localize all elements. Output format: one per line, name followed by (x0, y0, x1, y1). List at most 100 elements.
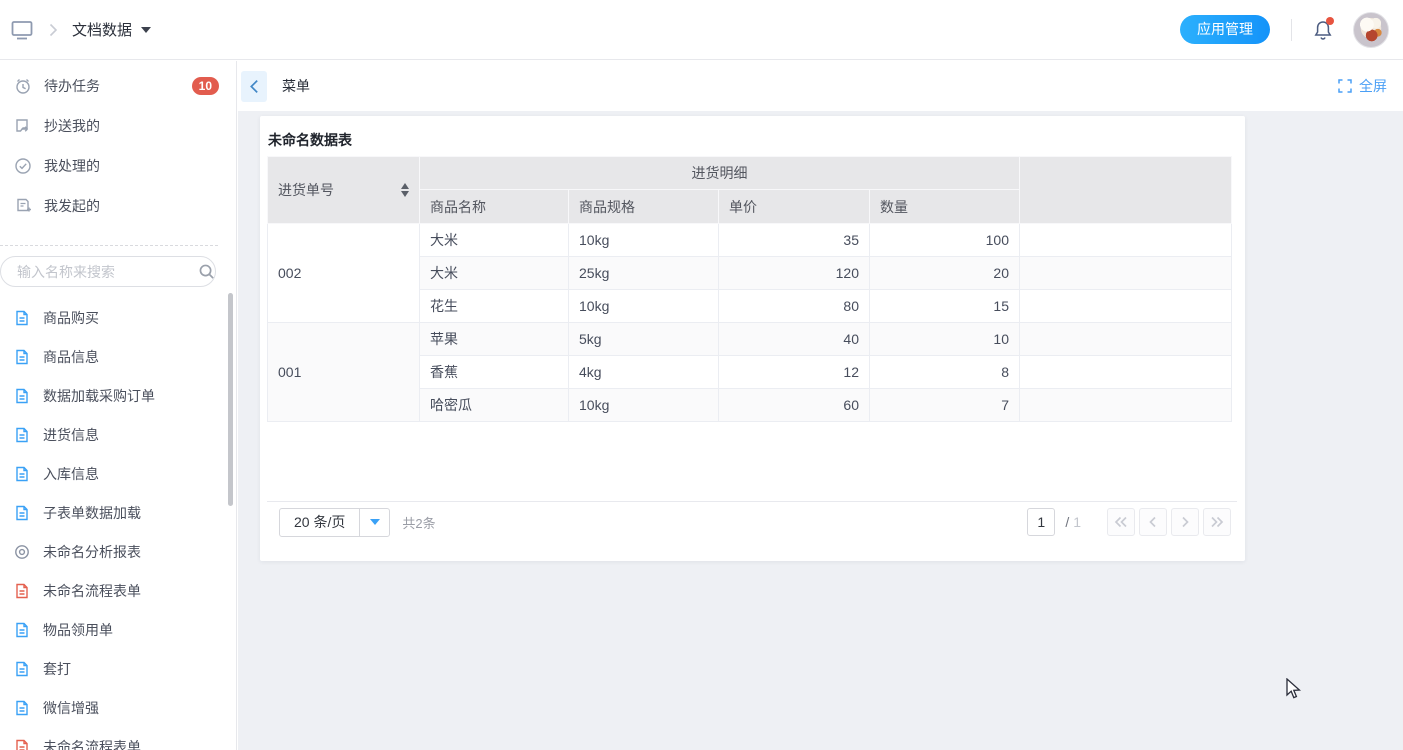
first-page-button[interactable] (1107, 508, 1135, 536)
doc-plus-icon (14, 197, 32, 215)
sidebar-item-cc-to-me[interactable]: 抄送我的 (0, 106, 237, 146)
list-item-label: 数据加载采购订单 (43, 386, 155, 406)
list-item-unnamed-flow-form-1[interactable]: 未命名流程表单 (0, 571, 237, 610)
list-item-print-template[interactable]: 套打 (0, 649, 237, 688)
cell-product-name: 哈密瓜 (420, 389, 569, 422)
list-item-label: 商品信息 (43, 347, 99, 367)
list-item-label: 未命名流程表单 (43, 581, 141, 601)
column-header-label: 进货单号 (278, 180, 334, 200)
list-item-incoming-goods-info[interactable]: 进货信息 (0, 415, 237, 454)
chevron-down-icon (141, 27, 151, 33)
list-item-goods-purchase[interactable]: 商品购买 (0, 298, 237, 337)
search-input[interactable] (17, 264, 198, 280)
cell-quantity: 8 (870, 356, 1020, 389)
sort-icon[interactable] (401, 183, 409, 197)
doc-icon (14, 622, 30, 638)
cell-empty (1020, 224, 1232, 257)
cell-empty (1020, 389, 1232, 422)
list-item-label: 未命名流程表单 (43, 737, 141, 750)
cell-unit-price: 80 (719, 290, 870, 323)
sidebar-item-label: 我发起的 (44, 196, 100, 216)
sidebar-divider (0, 245, 218, 246)
list-item-label: 进货信息 (43, 425, 99, 445)
check-circle-icon (14, 157, 32, 175)
cell-quantity: 20 (870, 257, 1020, 290)
breadcrumb[interactable]: 文档数据 (72, 19, 151, 40)
cell-empty (1020, 356, 1232, 389)
breadcrumb-separator-icon (48, 23, 58, 37)
list-item-label: 入库信息 (43, 464, 99, 484)
doc-icon (14, 349, 30, 365)
cell-spec: 4kg (569, 356, 719, 389)
sidebar-item-label: 我处理的 (44, 156, 100, 176)
table-header-empty (1020, 157, 1232, 224)
cell-spec: 10kg (569, 389, 719, 422)
prev-page-button[interactable] (1139, 508, 1167, 536)
search-icon[interactable] (198, 263, 215, 280)
cell-unit-price: 60 (719, 389, 870, 422)
column-header-order-no[interactable]: 进货单号 (268, 157, 420, 224)
content-header: 菜单 全屏 (238, 61, 1403, 111)
pagination-divider (267, 501, 1237, 502)
doc-icon (14, 700, 30, 716)
doc-icon (14, 739, 30, 750)
sidebar-item-initiated-by-me[interactable]: 我发起的 (0, 186, 237, 226)
list-item-label: 微信增强 (43, 698, 99, 718)
sidebar-item-handled-by-me[interactable]: 我处理的 (0, 146, 237, 186)
cell-quantity: 7 (870, 389, 1020, 422)
avatar[interactable] (1353, 12, 1389, 48)
cell-order-no: 001 (268, 323, 420, 422)
topbar-divider (1291, 19, 1292, 41)
sidebar-item-label: 待办任务 (44, 76, 100, 96)
page-title: 菜单 (282, 76, 310, 96)
cell-unit-price: 12 (719, 356, 870, 389)
sidebar-scrollbar[interactable] (228, 293, 233, 506)
cell-unit-price: 120 (719, 257, 870, 290)
notification-dot (1326, 17, 1334, 25)
list-item-subform-data-load[interactable]: 子表单数据加载 (0, 493, 237, 532)
sidebar: 待办任务 10 抄送我的 我处理的 我发起的 商品购买 商品信息 数据加载采购订… (0, 61, 237, 750)
list-item-warehouse-info[interactable]: 入库信息 (0, 454, 237, 493)
next-page-button[interactable] (1171, 508, 1199, 536)
column-header-unit-price: 单价 (719, 190, 870, 224)
table-row[interactable]: 001 苹果 5kg 40 10 (268, 323, 1232, 356)
page-total-label: /1 (1065, 514, 1081, 530)
page-size-value: 20 条/页 (280, 509, 359, 536)
last-page-button[interactable] (1203, 508, 1231, 536)
list-item-unnamed-report[interactable]: 未命名分析报表 (0, 532, 237, 571)
cell-spec: 10kg (569, 290, 719, 323)
page-size-caret[interactable] (359, 509, 389, 536)
fullscreen-button[interactable]: 全屏 (1338, 76, 1387, 96)
cell-empty (1020, 323, 1232, 356)
list-item-item-requisition[interactable]: 物品领用单 (0, 610, 237, 649)
page-divider: / (1065, 514, 1069, 530)
total-pages: 1 (1073, 514, 1081, 530)
page-size-select[interactable]: 20 条/页 (279, 508, 390, 537)
sidebar-item-todo-tasks[interactable]: 待办任务 10 (0, 66, 237, 106)
column-header-spec: 商品规格 (569, 190, 719, 224)
alarm-clock-icon (14, 77, 32, 95)
list-item-label: 套打 (43, 659, 71, 679)
app-manage-button[interactable]: 应用管理 (1180, 15, 1270, 44)
fullscreen-label: 全屏 (1359, 76, 1387, 96)
sidebar-item-label: 抄送我的 (44, 116, 100, 136)
workspace-monitor-icon[interactable] (10, 19, 34, 41)
list-item-goods-info[interactable]: 商品信息 (0, 337, 237, 376)
list-item-label: 子表单数据加载 (43, 503, 141, 523)
list-item-data-load-purchase-order[interactable]: 数据加载采购订单 (0, 376, 237, 415)
list-item-wechat-enhance[interactable]: 微信增强 (0, 688, 237, 727)
cell-unit-price: 35 (719, 224, 870, 257)
list-item-unnamed-flow-form-2[interactable]: 未命名流程表单 (0, 727, 237, 750)
current-page-input[interactable] (1027, 508, 1055, 536)
copy-doc-icon (14, 117, 32, 135)
cell-spec: 25kg (569, 257, 719, 290)
table-row[interactable]: 002 大米 10kg 35 100 (268, 224, 1232, 257)
cell-order-no: 002 (268, 224, 420, 323)
notification-bell-icon[interactable] (1313, 19, 1333, 41)
cell-spec: 10kg (569, 224, 719, 257)
back-button[interactable] (241, 71, 267, 102)
cell-product-name: 花生 (420, 290, 569, 323)
cell-unit-price: 40 (719, 323, 870, 356)
doc-icon (14, 427, 30, 443)
cell-quantity: 100 (870, 224, 1020, 257)
